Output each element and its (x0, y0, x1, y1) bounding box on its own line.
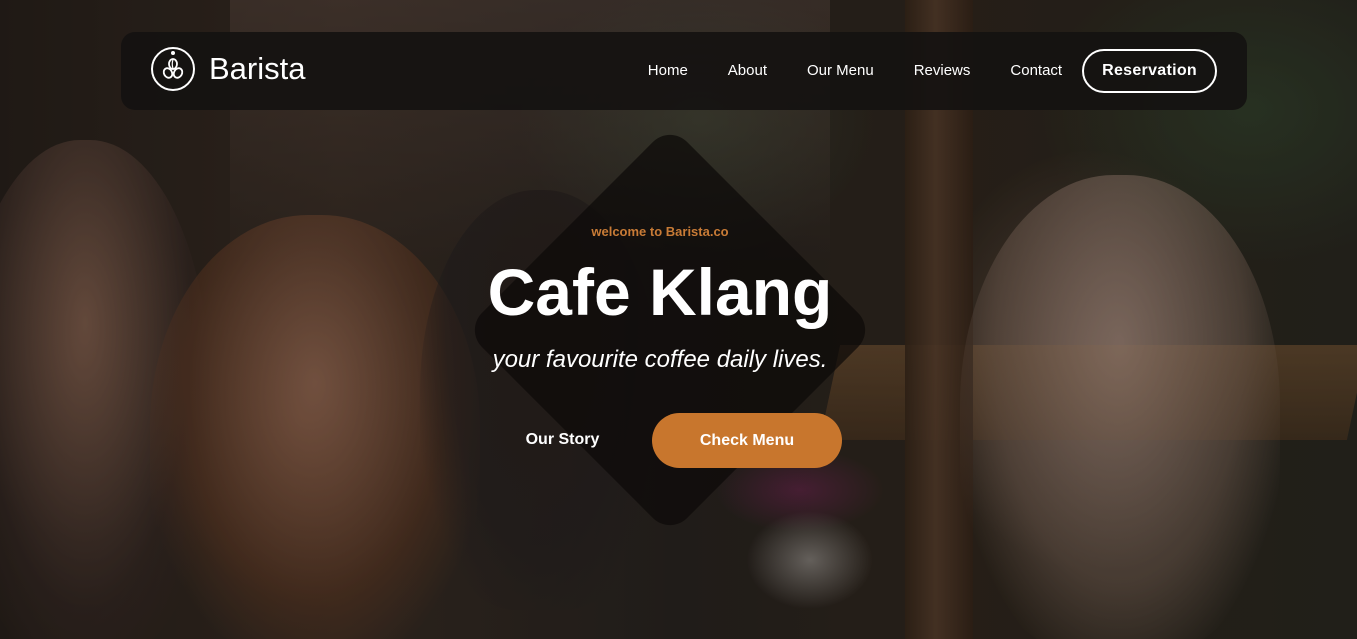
hero-subtitle: your favourite coffee daily lives. (492, 346, 828, 373)
our-story-link[interactable]: Our Story (510, 420, 615, 460)
hero-section: Barista Home About Our Menu Reviews Cont… (0, 0, 1357, 639)
hero-title: Cafe Klang (487, 255, 833, 329)
hero-tagline: welcome to Barista.co (591, 224, 729, 239)
hero-content: welcome to Barista.co Cafe Klang your fa… (0, 0, 1357, 639)
check-menu-button[interactable]: Check Menu (652, 413, 842, 468)
